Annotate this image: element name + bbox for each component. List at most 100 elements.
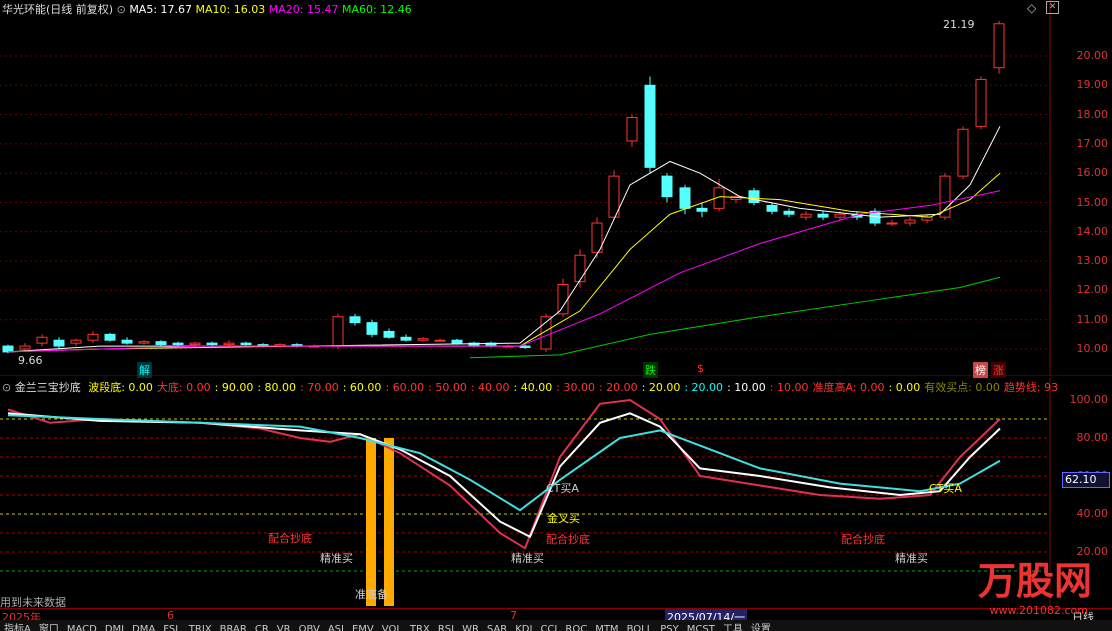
close-icon[interactable]: ✕ — [1046, 1, 1059, 14]
trend-white-line — [7, 412, 1001, 539]
indicator-tab[interactable]: CCI — [536, 624, 561, 631]
candle-down — [817, 213, 829, 218]
indicator-param: : 70.00 — [300, 381, 339, 394]
price-chart-canvas[interactable] — [0, 0, 1112, 376]
indicator-param: : 60.00 — [342, 381, 382, 394]
bang-marker[interactable]: 榜 — [973, 362, 988, 378]
indicator-tab[interactable]: TRX — [406, 624, 434, 631]
indicator-param: : 90.00 — [214, 381, 254, 394]
zhang-marker[interactable]: 涨 — [991, 362, 1006, 378]
candle-down — [748, 190, 760, 203]
candle-down — [349, 316, 361, 324]
chart-header: 华光环能(日线 前复权) ⊙ MA5: 17.67 MA10: 16.03 MA… — [2, 1, 412, 17]
indicator-tab[interactable]: 工具 — [719, 624, 747, 631]
indicator-tab[interactable]: OBV — [295, 624, 324, 631]
signal-peihe-1: 配合抄底 — [268, 532, 312, 545]
indicator-tab[interactable]: KDJ — [511, 624, 536, 631]
candle-down — [155, 341, 167, 346]
trend-cyan-line — [7, 414, 1001, 512]
price-tick-label: 13.00 — [1076, 254, 1109, 268]
candle-up — [19, 345, 31, 350]
indicator-tab[interactable]: 窗口 — [35, 624, 63, 631]
candle-up — [434, 339, 446, 342]
watermark-brand: 万股网 — [977, 559, 1092, 603]
indicator-tick-label: 100.00 — [1069, 393, 1109, 406]
candle-up — [993, 23, 1005, 69]
indicator-title[interactable]: 金兰三宝抄底 — [15, 381, 81, 394]
dropdown-icon[interactable]: ⊙ — [117, 3, 126, 16]
signal-jinqiao: 金叉买 — [547, 512, 580, 525]
indicator-tab[interactable]: MCST — [683, 624, 719, 631]
indicator-param: : 10.00 — [769, 381, 809, 394]
candle-down — [2, 345, 14, 353]
price-tick-label: 12.00 — [1076, 283, 1109, 297]
indicator-tab[interactable]: RSI — [434, 624, 458, 631]
candle-down — [766, 204, 778, 212]
indicator-tab[interactable]: ASI — [324, 624, 348, 631]
dropdown-icon[interactable]: ⊙ — [2, 381, 11, 394]
indicator-tab[interactable]: SAR — [483, 624, 511, 631]
candle-up — [800, 213, 812, 218]
indicator-tab[interactable]: FSL — [159, 624, 185, 631]
candle-up — [36, 336, 48, 344]
candle-up — [189, 342, 201, 346]
candle-down — [783, 210, 795, 215]
signal-peihe-3: 配合抄底 — [841, 533, 885, 546]
candle-up — [957, 128, 969, 177]
candle-up — [70, 339, 82, 344]
indicator-tab[interactable]: EMV — [348, 624, 378, 631]
price-tick-label: 17.00 — [1076, 136, 1109, 150]
indicator-panel[interactable]: ⊙ 金兰三宝抄底 波段底: 0.00 大底: 0.00: 90.00: 80.00… — [0, 378, 1112, 609]
indicator-tab[interactable]: 设置 — [747, 624, 775, 631]
indicator-tabs: 指标A 窗口 MACD DMI DMA FSL TRIX BRAR CR VR OBV ASI EMV V… — [0, 620, 1112, 631]
indicator-tab[interactable]: VR — [273, 624, 295, 631]
candle-down — [240, 342, 252, 346]
indicator-param: : 40.00 — [513, 381, 553, 394]
signal-jingzhun-3: 精准买 — [895, 552, 928, 565]
indicator-tab[interactable]: MACD — [63, 624, 101, 631]
candle-up — [626, 117, 638, 142]
candle-down — [451, 339, 463, 344]
ma5-label: MA5: 17.67 — [129, 3, 193, 16]
candle-up — [834, 213, 846, 218]
indicator-tab[interactable]: BOLL — [623, 624, 657, 631]
candle-down — [661, 175, 673, 198]
indicator-tab[interactable]: MTM — [591, 624, 622, 631]
high-price-label: 21.19 — [943, 18, 975, 31]
diamond-icon[interactable]: ◇ — [1027, 1, 1036, 15]
ma10-line — [7, 172, 1001, 353]
ma20-line — [7, 190, 1001, 353]
stock-title[interactable]: 华光环能(日线 前复权) — [2, 3, 113, 16]
price-tick-label: 16.00 — [1076, 166, 1109, 180]
indicator-tab[interactable]: CR — [251, 624, 273, 631]
jie-marker[interactable]: 解 — [137, 362, 152, 378]
candle-up — [921, 216, 933, 221]
price-tick-label: 19.00 — [1076, 78, 1109, 92]
indicator-tab[interactable]: DMA — [128, 624, 159, 631]
indicator-tab[interactable]: VOL — [378, 624, 406, 631]
indicator-tick-label: 80.00 — [1076, 431, 1109, 444]
indicator-tab[interactable]: BRAR — [216, 624, 251, 631]
dollar-marker[interactable]: $ — [695, 362, 706, 375]
low-price-label: 9.66 — [18, 354, 43, 367]
indicator-tab[interactable]: TRIX — [185, 624, 216, 631]
indicator-param: : 10.00 — [727, 381, 766, 394]
indicator-tab[interactable]: 指标A — [0, 624, 35, 631]
candle-up — [332, 316, 344, 347]
indicator-tab[interactable]: WR — [458, 624, 483, 631]
price-tick-label: 15.00 — [1076, 195, 1109, 209]
indicator-tab[interactable]: PSY — [656, 624, 683, 631]
indicator-tab[interactable]: DMI — [101, 624, 128, 631]
candle-up — [223, 342, 235, 346]
current-value-badge: 62.10 — [1062, 472, 1110, 488]
price-chart-panel[interactable]: 华光环能(日线 前复权) ⊙ MA5: 17.67 MA10: 16.03 MA… — [0, 0, 1112, 378]
indicator-tab[interactable]: ROC — [561, 624, 591, 631]
price-tick-label: 18.00 — [1076, 107, 1109, 121]
indicator-param: : 0.00 — [888, 381, 921, 394]
candle-down — [104, 333, 116, 341]
indicator-param: : 50.00 — [428, 381, 467, 394]
indicator-param: 准度高A: 0.00 — [812, 381, 885, 394]
candle-down — [383, 330, 395, 338]
candle-up — [886, 222, 898, 225]
die-marker[interactable]: 跌 — [643, 362, 658, 378]
